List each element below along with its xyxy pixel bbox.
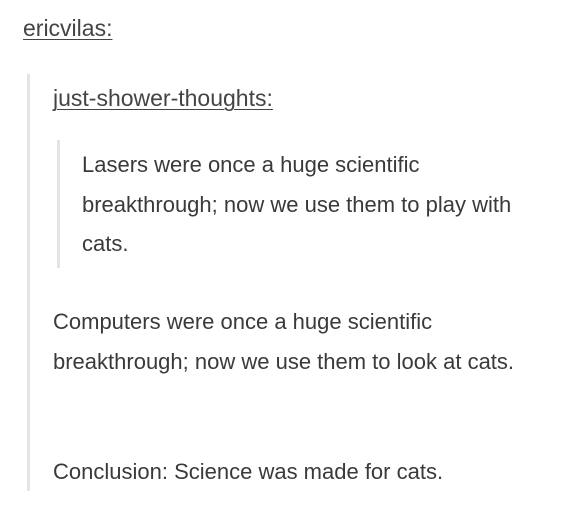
reblogger-username-link[interactable]: ericvilas:	[23, 14, 112, 42]
outer-quote-border	[27, 74, 30, 491]
tumblr-post: ericvilas: just-shower-thoughts: Lasers …	[0, 0, 563, 507]
quoted-post-text: Lasers were once a huge scientific break…	[82, 152, 512, 256]
inner-quote-border	[57, 140, 60, 268]
reply-paragraph-1: Computers were once a huge scientific br…	[53, 309, 515, 374]
quoted-author-username-link[interactable]: just-shower-thoughts:	[53, 84, 273, 112]
reply-paragraph-2: Conclusion: Science was made for cats.	[53, 459, 444, 484]
